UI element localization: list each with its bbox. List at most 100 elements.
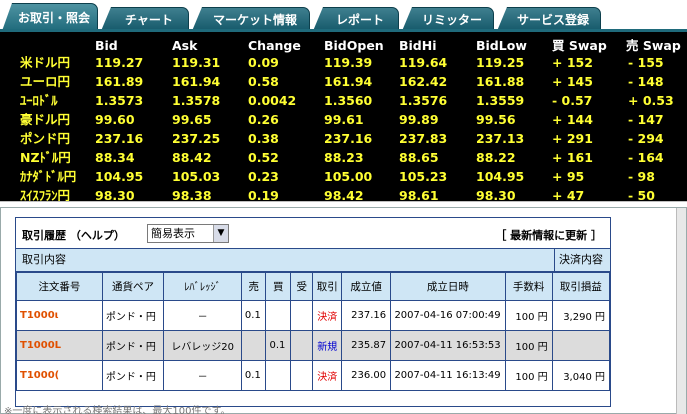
- pair-name: 米ドル円: [20, 55, 71, 70]
- sell-swap: - 98: [628, 169, 655, 184]
- bidopen: 119.39: [324, 55, 373, 70]
- ask: 88.42: [172, 150, 212, 165]
- ask: 99.65: [172, 112, 212, 127]
- trade-type: 新規: [312, 330, 343, 361]
- bidlow: 161.88: [476, 74, 525, 89]
- history-frame: 取引履歴 （ヘルプ） 簡易表示 ▼ ［ 最新情報に更新 ］ 取引内容 決済内容 …: [0, 207, 687, 414]
- ask: 105.03: [172, 169, 221, 184]
- ask: 161.94: [172, 74, 221, 89]
- col-receive: 受: [289, 272, 314, 301]
- bidopen: 161.94: [324, 74, 373, 89]
- buy-swap: - 0.57: [552, 93, 593, 108]
- rate-row: 豪ドル円 99.60 99.65 0.26 99.61 99.89 99.56 …: [0, 110, 687, 129]
- rate-row: NZﾄﾞﾙ円 88.34 88.42 0.52 88.23 88.65 88.2…: [0, 148, 687, 167]
- profit-loss: 3,290 円: [551, 300, 611, 331]
- pair-name: ユーロ円: [20, 74, 71, 89]
- datetime: 2007-04-16 07:00:49: [390, 300, 506, 331]
- sell-swap: - 155: [628, 55, 664, 70]
- rate-row: ユーロ円 161.89 161.94 0.58 161.94 162.42 16…: [0, 72, 687, 91]
- tab-trading[interactable]: お取引・照会: [2, 3, 98, 31]
- bid: 237.16: [95, 131, 144, 146]
- buy: [265, 360, 291, 391]
- bidlow: 1.3559: [476, 93, 525, 108]
- order-number-link[interactable]: T1000L: [16, 330, 103, 361]
- section-settlement: 決済内容: [554, 248, 610, 272]
- col-pair: 通貨ペア: [101, 272, 165, 301]
- rate-row: 米ドル円 119.27 119.31 0.09 119.39 119.64 11…: [0, 53, 687, 72]
- change: 0.23: [248, 169, 279, 184]
- ask: 1.3578: [172, 93, 221, 108]
- bid: 161.89: [95, 74, 144, 89]
- ask: 119.31: [172, 55, 221, 70]
- sell: [240, 330, 267, 361]
- col-trade-type: 取引: [312, 272, 343, 301]
- tab-chart[interactable]: チャート: [101, 7, 189, 31]
- sell-swap: + 0.53: [628, 93, 674, 108]
- order-number-link[interactable]: T1000ι: [16, 300, 103, 331]
- bidopen: 99.61: [324, 112, 364, 127]
- profit-loss: 3,040 円: [551, 360, 611, 391]
- bidopen: 1.3560: [324, 93, 373, 108]
- receive: [289, 330, 314, 361]
- bidhi: 237.83: [399, 131, 448, 146]
- col-profit-loss: 取引損益: [551, 272, 611, 301]
- tab-label: サービス登録: [516, 13, 589, 27]
- bid: 119.27: [95, 55, 144, 70]
- results-footnote: ※一度に表示される検索結果は、最大100件です。: [4, 406, 231, 414]
- leverage: －: [163, 300, 242, 331]
- buy-swap: + 95: [552, 169, 585, 184]
- rate-row: ﾕｰﾛﾄﾞﾙ 1.3573 1.3578 0.0042 1.3560 1.357…: [0, 91, 687, 110]
- order-number-link[interactable]: T1000(: [16, 360, 103, 391]
- col-fee: 手数料: [504, 272, 553, 301]
- price: 235.87: [341, 330, 392, 361]
- fee: 100 円: [504, 360, 553, 391]
- history-title-bar: 取引履歴 （ヘルプ） 簡易表示 ▼ ［ 最新情報に更新 ］: [16, 218, 610, 248]
- tab-market-info[interactable]: マーケット情報: [192, 7, 310, 31]
- view-mode-select[interactable]: 簡易表示 ▼: [147, 224, 229, 243]
- chevron-down-icon[interactable]: ▼: [213, 225, 228, 242]
- buy-swap: + 144: [552, 112, 593, 127]
- col-datetime: 成立日時: [390, 272, 506, 301]
- history-title[interactable]: 取引履歴 （ヘルプ）: [22, 227, 125, 243]
- bidlow: 104.95: [476, 169, 525, 184]
- buy-swap: + 291: [552, 131, 593, 146]
- tab-report[interactable]: レポート: [313, 7, 399, 31]
- buy: [265, 300, 291, 331]
- buy-swap: + 152: [552, 55, 593, 70]
- sell-swap: - 148: [628, 74, 664, 89]
- receive: [289, 300, 314, 331]
- pair-name: 豪ドル円: [20, 112, 71, 127]
- bidhi: 162.42: [399, 74, 448, 89]
- fee: 100 円: [504, 300, 553, 331]
- bidlow: 99.56: [476, 112, 516, 127]
- pair: ポンド・円: [101, 330, 165, 361]
- bidopen: 237.16: [324, 131, 373, 146]
- tab-label: レポート: [335, 13, 384, 27]
- table-row: T1000ι ポンド・円 － 0.1 決済 237.16 2007-04-16 …: [16, 300, 611, 331]
- bidopen: 88.23: [324, 150, 364, 165]
- change: 0.58: [248, 74, 279, 89]
- col-price: 成立値: [341, 272, 392, 301]
- change: 0.52: [248, 150, 279, 165]
- buy: 0.1: [265, 330, 291, 361]
- profit-loss: [551, 330, 611, 361]
- datetime: 2007-04-11 16:53:53: [390, 330, 506, 361]
- tab-service-registration[interactable]: サービス登録: [497, 7, 601, 31]
- bidhi: 99.89: [399, 112, 439, 127]
- tab-label: リミッター: [421, 13, 482, 27]
- col-order-no: 注文番号: [16, 272, 103, 301]
- tab-limiter[interactable]: リミッター: [402, 7, 494, 31]
- col-buy: 買: [265, 272, 291, 301]
- change: 0.09: [248, 55, 279, 70]
- change: 0.26: [248, 112, 279, 127]
- trade-type: 決済: [312, 360, 343, 391]
- change: 0.38: [248, 131, 279, 146]
- tab-label: お取引・照会: [17, 11, 90, 25]
- pair: ポンド・円: [101, 360, 165, 391]
- refresh-link[interactable]: ［ 最新情報に更新 ］: [495, 227, 602, 243]
- leverage: －: [163, 360, 242, 391]
- vertical-scrollbar[interactable]: [676, 208, 686, 414]
- pair: ポンド・円: [101, 300, 165, 331]
- bidopen: 105.00: [324, 169, 373, 184]
- sell-swap: - 294: [628, 131, 664, 146]
